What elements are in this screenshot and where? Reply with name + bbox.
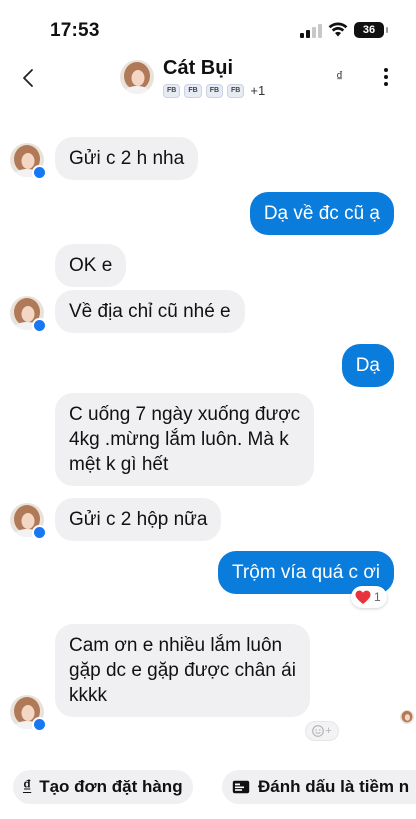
currency-icon[interactable]: ₫ xyxy=(336,68,343,84)
messenger-icon xyxy=(32,318,47,333)
fb-badge: FB xyxy=(205,83,224,98)
create-order-button[interactable]: ₫ Tạo đơn đặt hàng xyxy=(13,770,193,804)
fb-badge: FB xyxy=(163,83,181,98)
heart-icon xyxy=(355,590,371,604)
reaction-count: 1 xyxy=(374,590,381,604)
incoming-message[interactable]: Gửi c 2 h nha xyxy=(55,137,199,180)
incoming-message[interactable]: C uống 7 ngày xuống được 4kg .mừng lắm l… xyxy=(55,393,315,486)
back-button[interactable] xyxy=(14,64,42,92)
tag-card-icon xyxy=(232,780,250,794)
contact-avatar-small xyxy=(10,296,47,336)
contact-avatar-small xyxy=(10,695,47,735)
message-list[interactable]: Gửi c 2 h nha Dạ về đc cũ ạ OK e Về địa … xyxy=(0,110,416,762)
smiley-icon xyxy=(312,725,325,737)
dong-currency-icon: ₫ xyxy=(23,778,32,795)
more-options-button[interactable] xyxy=(380,66,392,88)
badges-more-count: +1 xyxy=(250,83,266,98)
message-line: 4kg .mừng lắm luôn. Mà k xyxy=(69,429,289,450)
contact-name[interactable]: Cát Bụi xyxy=(163,57,233,80)
incoming-message[interactable]: Cam ơn e nhiều lắm luôn gặp dc e gặp đượ… xyxy=(55,624,310,717)
incoming-message[interactable]: OK e xyxy=(55,244,127,287)
messenger-icon xyxy=(32,165,47,180)
messenger-icon xyxy=(32,717,47,732)
create-order-label: Tạo đơn đặt hàng xyxy=(39,777,183,796)
messenger-icon xyxy=(32,525,47,540)
chevron-left-icon xyxy=(23,69,33,87)
message-reaction[interactable]: 1 xyxy=(351,586,387,608)
mark-lead-label: Đánh dấu là tiềm n xyxy=(258,777,410,796)
contact-avatar[interactable] xyxy=(120,60,154,94)
contact-badges: FB FB FB FB +1 xyxy=(163,83,265,98)
conversation-header: Cát Bụi FB FB FB FB +1 ₫ xyxy=(0,54,416,110)
fb-badge: FB xyxy=(184,83,202,98)
message-line: Cam ơn e nhiều lắm luôn xyxy=(69,635,283,656)
message-line: gặp dc e gặp được chân ái xyxy=(69,660,296,681)
message-line: mệt k gì hết xyxy=(69,454,169,475)
mark-lead-button[interactable]: Đánh dấu là tiềm n xyxy=(222,770,416,804)
seen-indicator-avatar xyxy=(400,710,414,724)
incoming-message[interactable]: Về địa chỉ cũ nhé e xyxy=(55,290,245,333)
fb-badge: FB xyxy=(227,83,245,98)
status-time: 17:53 xyxy=(50,20,100,41)
message-line: kkkk xyxy=(69,685,107,706)
status-bar: 17:53 36 xyxy=(0,0,416,54)
cellular-signal-icon xyxy=(300,24,324,38)
outgoing-message[interactable]: Dạ xyxy=(341,344,394,387)
battery-icon: 36 xyxy=(354,22,388,38)
wifi-icon xyxy=(328,22,348,37)
outgoing-message[interactable]: Dạ về đc cũ ạ xyxy=(249,192,394,235)
add-reaction-button[interactable]: + xyxy=(305,721,339,741)
message-line: C uống 7 ngày xuống được xyxy=(69,404,301,425)
incoming-message[interactable]: Gửi c 2 hộp nữa xyxy=(55,498,222,541)
contact-avatar-small xyxy=(10,503,47,543)
contact-avatar-small xyxy=(10,143,47,183)
plus-icon: + xyxy=(325,725,332,737)
quick-actions-bar: ₫ Tạo đơn đặt hàng Đánh dấu là tiềm n xyxy=(0,768,416,808)
